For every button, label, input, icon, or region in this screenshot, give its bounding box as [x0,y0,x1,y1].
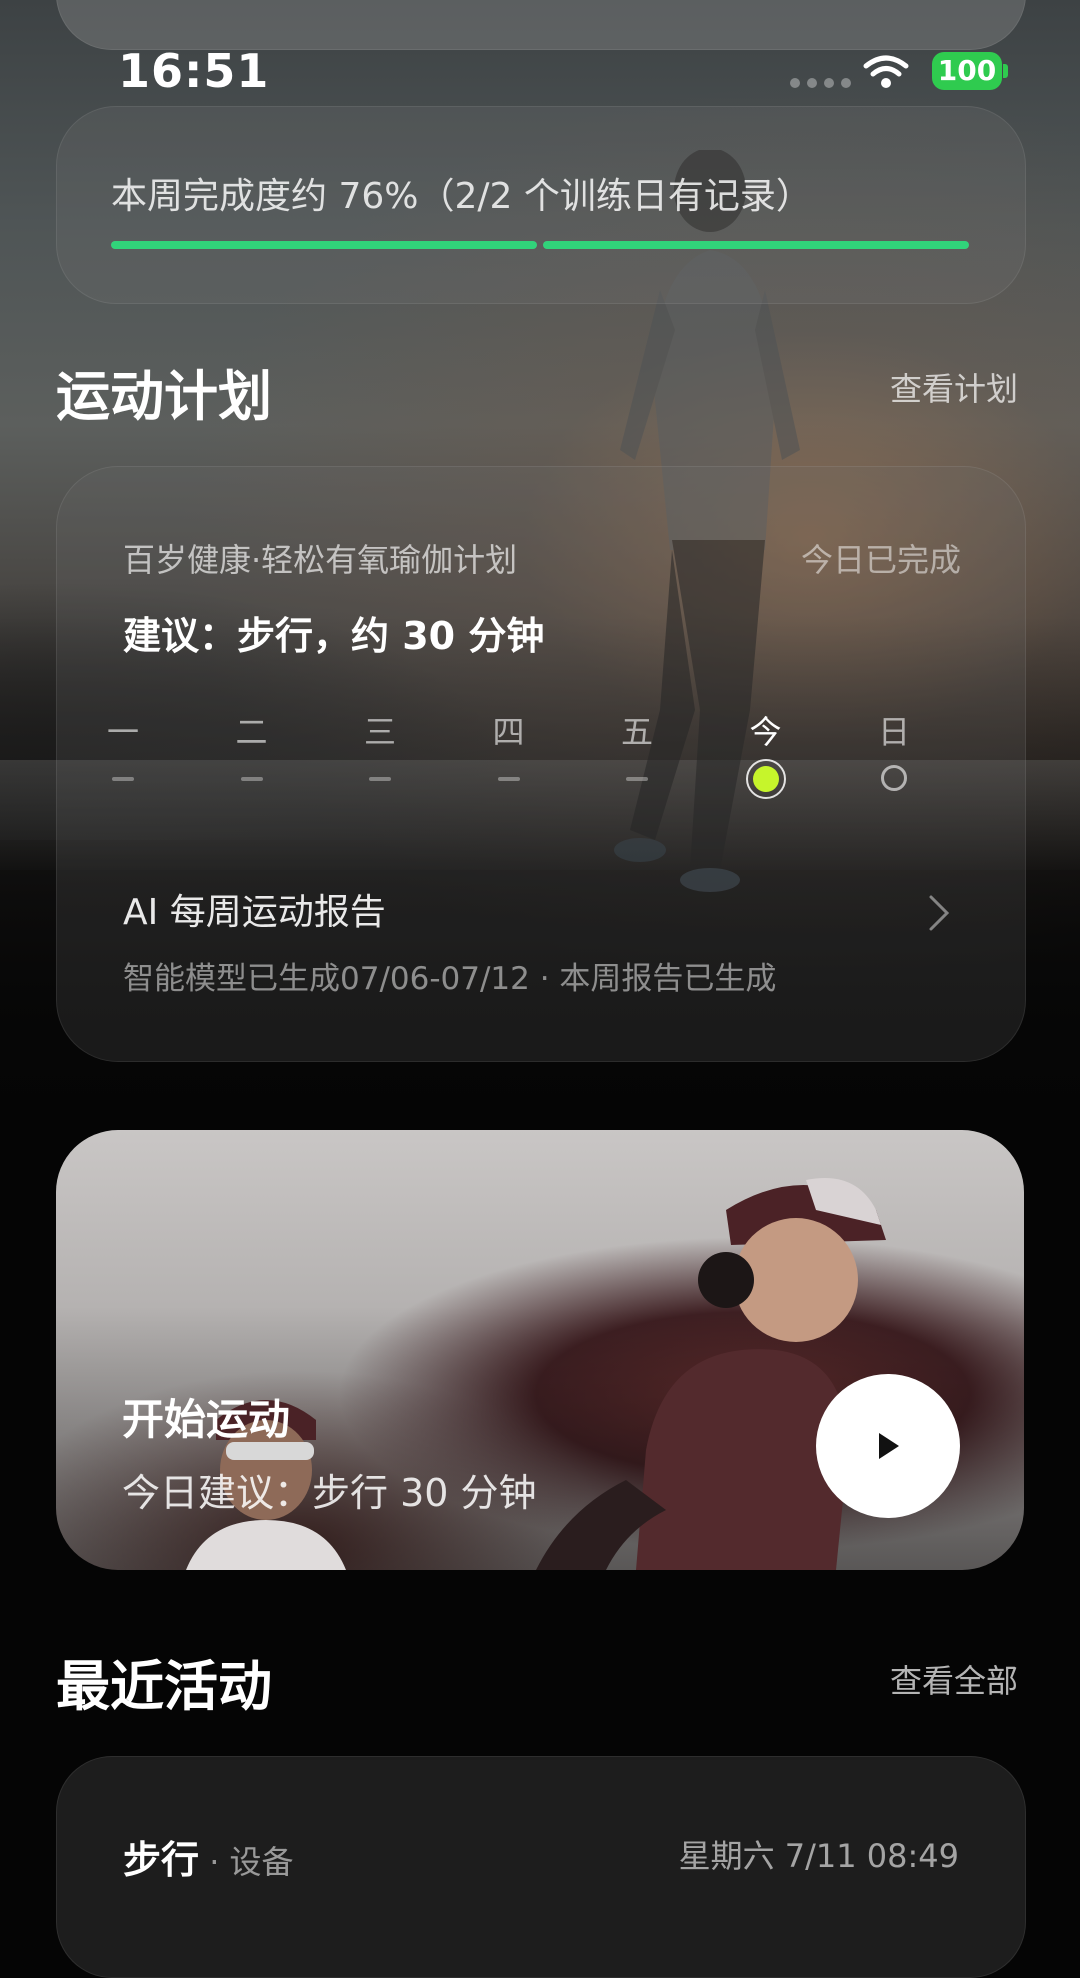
plan-suggestion: 建议：步行，约 30 分钟 [123,614,545,658]
day-label: 今 [749,713,782,751]
plan-status: 今日已完成 [800,541,961,579]
day-column-7: 日 [864,707,924,791]
start-workout-subtitle: 今日建议：步行 30 分钟 [122,1471,537,1515]
day-empty-indicator [240,777,263,781]
today-dot-fill [752,766,779,792]
day-column-1: 一 [93,707,153,781]
view-all-link[interactable]: 查看全部 [890,1656,1018,1702]
battery-icon: 100 [932,52,1002,90]
chevron-right-icon [929,895,950,931]
weekly-progress-bar [111,241,969,249]
day-pending-indicator [881,765,907,791]
plan-card[interactable]: 百岁健康·轻松有氧瑜伽计划 今日已完成 建议：步行，约 30 分钟 一 二 三 四 五 今… [56,466,1026,1062]
day-empty-indicator [626,777,648,781]
day-empty-indicator [112,777,134,781]
start-workout-title: 开始运动 [122,1395,291,1444]
activity-item[interactable]: 步行 · 设备 星期六 7/11 08:49 [56,1756,1026,1978]
progress-segment-1-fill [111,241,537,249]
day-label: 四 [492,713,525,751]
weekly-progress-text: 本周完成度约 76%（2/2 个训练日有记录） [111,176,812,217]
play-button[interactable] [816,1374,960,1518]
progress-segment-2 [543,241,969,249]
view-plan-link[interactable]: 查看计划 [890,364,1018,410]
day-completed-indicator [745,759,786,799]
play-icon [879,1433,899,1459]
start-workout-card[interactable]: 开始运动 今日建议：步行 30 分钟 [56,1130,1024,1570]
day-column-6: 今 [736,707,796,799]
weekly-progress-card[interactable]: 本周完成度约 76%（2/2 个训练日有记录） [56,106,1026,304]
activity-type: 步行 [123,1838,200,1882]
plan-section-title: 运动计划 [56,365,272,428]
wifi-icon [863,55,909,88]
activity-time: 星期六 7/11 08:49 [678,1837,959,1875]
day-label: 一 [106,713,139,751]
day-label: 三 [363,713,396,751]
week-progress-row: 一二三四五今日 [107,707,963,837]
recent-section-title: 最近活动 [56,1655,272,1718]
status-time: 16:51 [118,44,270,98]
report-title: AI 每周运动报告 [123,892,386,933]
day-column-5: 五 [607,707,667,781]
day-column-2: 二 [222,707,282,781]
report-subtitle: 智能模型已生成07/06-07/12 · 本周报告已生成 [123,961,777,997]
day-label: 日 [877,713,910,751]
progress-segment-1 [111,241,537,249]
activity-source: · 设备 [199,1843,294,1881]
cellular-signal-icon [790,78,851,88]
day-column-3: 三 [350,707,410,781]
battery-tip [1003,64,1008,78]
activity-name: 步行 · 设备 [123,1829,294,1884]
day-empty-indicator [369,777,391,781]
ai-weekly-report[interactable]: AI 每周运动报告 智能模型已生成07/06-07/12 · 本周报告已生成 [123,883,963,997]
day-column-4: 四 [479,707,539,781]
day-label: 五 [620,713,653,751]
day-empty-indicator [497,777,520,781]
day-label: 二 [235,713,268,751]
plan-name: 百岁健康·轻松有氧瑜伽计划 [123,541,518,579]
progress-segment-2-fill [543,241,969,249]
